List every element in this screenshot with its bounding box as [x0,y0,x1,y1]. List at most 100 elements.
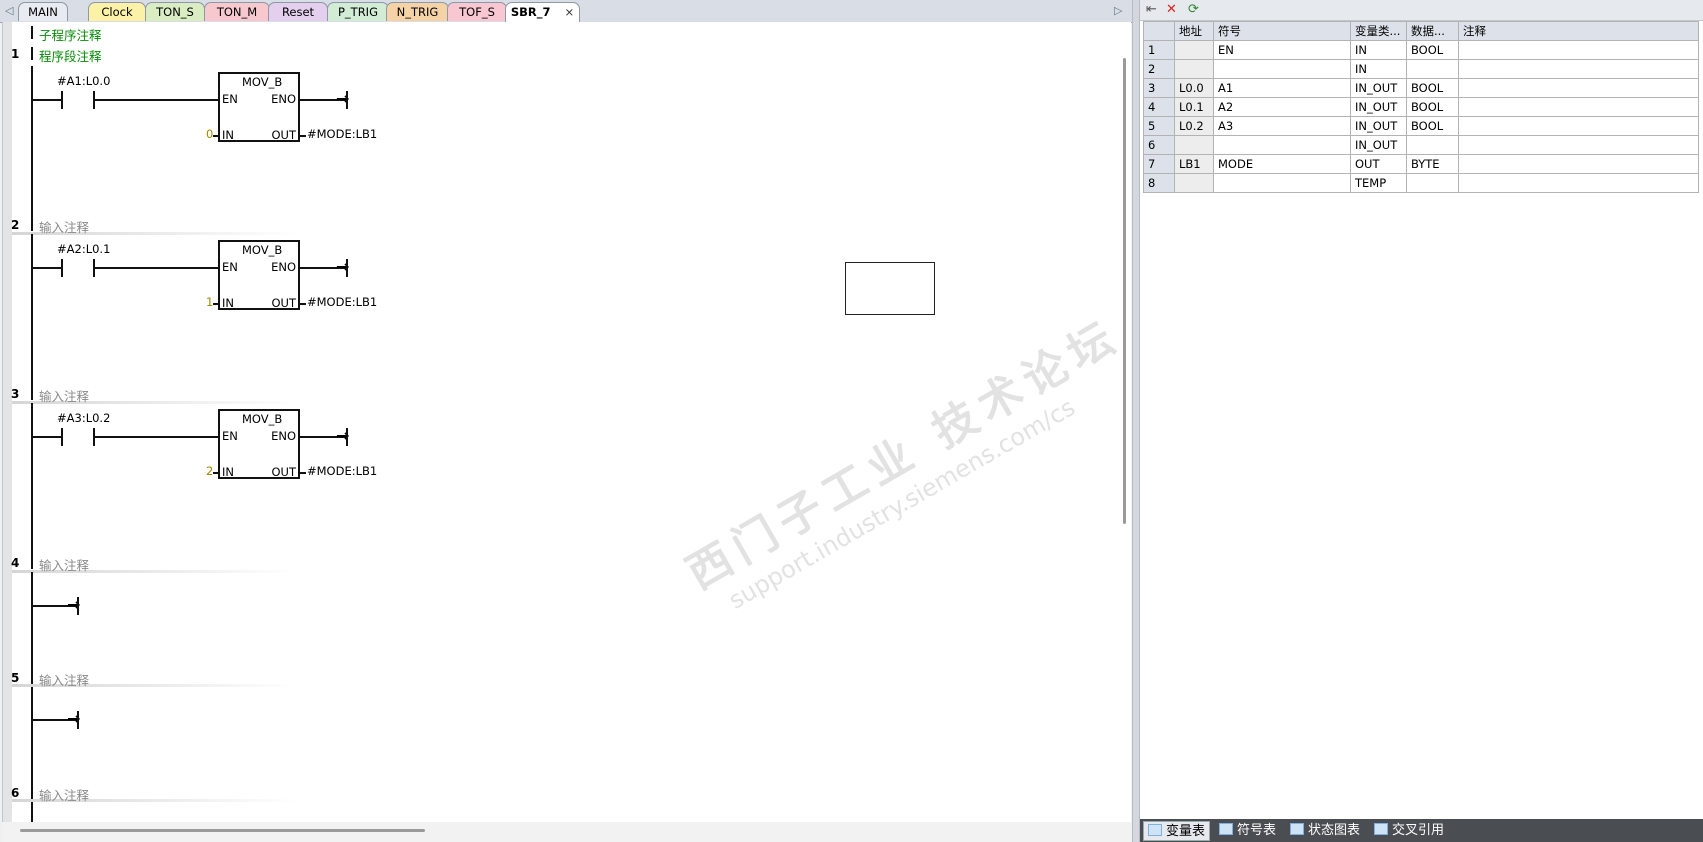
tab-cross-reference[interactable]: 交叉引用 [1370,821,1450,841]
datatype-cell[interactable]: BOOL [1406,97,1459,117]
address-cell[interactable] [1174,59,1214,79]
tab-main[interactable]: MAIN [18,2,68,21]
symbol-cell[interactable]: EN [1213,40,1351,60]
table-row[interactable]: 8 TEMP [1143,173,1699,193]
datatype-cell[interactable] [1406,59,1459,79]
row-number[interactable]: 3 [1143,78,1175,98]
col-header-address[interactable]: 地址 [1174,21,1214,41]
vartype-cell[interactable]: IN_OUT [1350,97,1407,117]
address-cell[interactable]: L0.0 [1174,78,1214,98]
comment-cell[interactable] [1458,40,1699,60]
horizontal-scroll-track[interactable] [3,822,1131,842]
row-number[interactable]: 1 [1143,40,1175,60]
datatype-cell[interactable]: BYTE [1406,154,1459,174]
network-number[interactable]: 3 [11,387,19,401]
datatype-cell[interactable]: BOOL [1406,116,1459,136]
network-comment[interactable]: 程序段注释 [39,46,102,65]
tab-clock[interactable]: Clock [88,2,146,21]
horizontal-scrollbar[interactable] [20,829,425,832]
table-row[interactable]: 6 IN_OUT [1143,135,1699,155]
row-number[interactable]: 7 [1143,154,1175,174]
network-number[interactable]: 2 [11,218,19,232]
subroutine-comment[interactable]: 子程序注释 [39,25,102,44]
address-cell[interactable] [1174,173,1214,193]
out-value[interactable]: #MODE:LB1 [307,464,377,478]
table-row[interactable]: 7 LB1 MODE OUT BYTE [1143,154,1699,174]
vartype-cell[interactable]: IN_OUT [1350,135,1407,155]
table-row[interactable]: 2 IN [1143,59,1699,79]
tab-sbr-7[interactable]: SBR_7 × [505,2,580,23]
contact-address[interactable]: #A1:L0.0 [57,74,110,88]
network-comment[interactable]: 输入注释 [39,670,89,689]
row-number[interactable]: 6 [1143,135,1175,155]
symbol-cell[interactable]: MODE [1213,154,1351,174]
mov-b-box[interactable]: MOV_B EN ENO IN OUT [218,240,300,310]
network-comment[interactable]: 输入注释 [39,785,89,804]
address-cell[interactable] [1174,135,1214,155]
col-header-datatype[interactable]: 数据... [1406,21,1459,41]
mov-b-box[interactable]: MOV_B EN ENO IN OUT [218,72,300,142]
comment-cell[interactable] [1458,116,1699,136]
vartype-cell[interactable]: IN_OUT [1350,78,1407,98]
pane-splitter[interactable] [1132,0,1140,842]
col-header-symbol[interactable]: 符号 [1213,21,1351,41]
comment-cell[interactable] [1458,59,1699,79]
network-number[interactable]: 6 [11,786,19,800]
row-number[interactable]: 2 [1143,59,1175,79]
vertical-scrollbar[interactable] [1123,58,1126,524]
tab-ton-m[interactable]: TON_M [204,2,270,21]
address-cell[interactable]: LB1 [1174,154,1214,174]
comment-cell[interactable] [1458,135,1699,155]
table-row[interactable]: 1 EN IN BOOL [1143,40,1699,60]
close-tab-icon[interactable]: × [565,5,575,19]
tab-status-chart[interactable]: 状态图表 [1286,821,1366,841]
tab-variable-table[interactable]: 变量表 [1143,821,1210,841]
vartype-cell[interactable]: IN [1350,59,1407,79]
out-value[interactable]: #MODE:LB1 [307,127,377,141]
address-cell[interactable]: L0.2 [1174,116,1214,136]
symbol-cell[interactable]: A3 [1213,116,1351,136]
tab-reset[interactable]: Reset [268,2,328,21]
ladder-editor[interactable]: 子程序注释 1 程序段注释 #A1:L0.0 MOV_B EN ENO IN O… [2,22,1131,842]
col-header-comment[interactable]: 注释 [1458,21,1699,41]
update-icon[interactable]: ⟳ [1188,2,1199,18]
contact-address[interactable]: #A2:L0.1 [57,242,110,256]
datatype-cell[interactable]: BOOL [1406,78,1459,98]
vartype-cell[interactable]: IN [1350,40,1407,60]
symbol-cell[interactable] [1213,173,1351,193]
in-value[interactable]: 1 [206,295,213,309]
col-header-vartype[interactable]: 变量类... [1350,21,1407,41]
network-number[interactable]: 4 [11,556,19,570]
datatype-cell[interactable]: BOOL [1406,40,1459,60]
table-row[interactable]: 3 L0.0 A1 IN_OUT BOOL [1143,78,1699,98]
symbol-cell[interactable]: A2 [1213,97,1351,117]
vartype-cell[interactable]: TEMP [1350,173,1407,193]
network-number[interactable]: 5 [11,671,19,685]
tab-scroll-left-icon[interactable]: ◁ [5,4,13,17]
comment-cell[interactable] [1458,97,1699,117]
vartype-cell[interactable]: IN_OUT [1350,116,1407,136]
in-value[interactable]: 2 [206,464,213,478]
tab-ton-s[interactable]: TON_S [145,2,205,21]
mov-b-box[interactable]: MOV_B EN ENO IN OUT [218,409,300,479]
tab-n-trig[interactable]: N_TRIG [386,2,449,21]
symbol-cell[interactable] [1213,59,1351,79]
comment-cell[interactable] [1458,173,1699,193]
tab-symbol-table[interactable]: 符号表 [1215,821,1283,841]
delete-row-icon[interactable]: ✕ [1166,2,1177,18]
datatype-cell[interactable] [1406,135,1459,155]
tab-scroll-right-icon[interactable]: ▷ [1114,4,1122,17]
in-value[interactable]: 0 [206,127,213,141]
network-number[interactable]: 1 [11,47,19,61]
row-number[interactable]: 4 [1143,97,1175,117]
network-comment[interactable]: 输入注释 [39,555,89,574]
table-row[interactable]: 4 L0.1 A2 IN_OUT BOOL [1143,97,1699,117]
network-comment[interactable]: 输入注释 [39,386,89,405]
row-number[interactable]: 5 [1143,116,1175,136]
address-cell[interactable]: L0.1 [1174,97,1214,117]
symbol-cell[interactable] [1213,135,1351,155]
network-comment[interactable]: 输入注释 [39,217,89,236]
tab-tof-s[interactable]: TOF_S [447,2,507,21]
table-row[interactable]: 5 L0.2 A3 IN_OUT BOOL [1143,116,1699,136]
contact-address[interactable]: #A3:L0.2 [57,411,110,425]
